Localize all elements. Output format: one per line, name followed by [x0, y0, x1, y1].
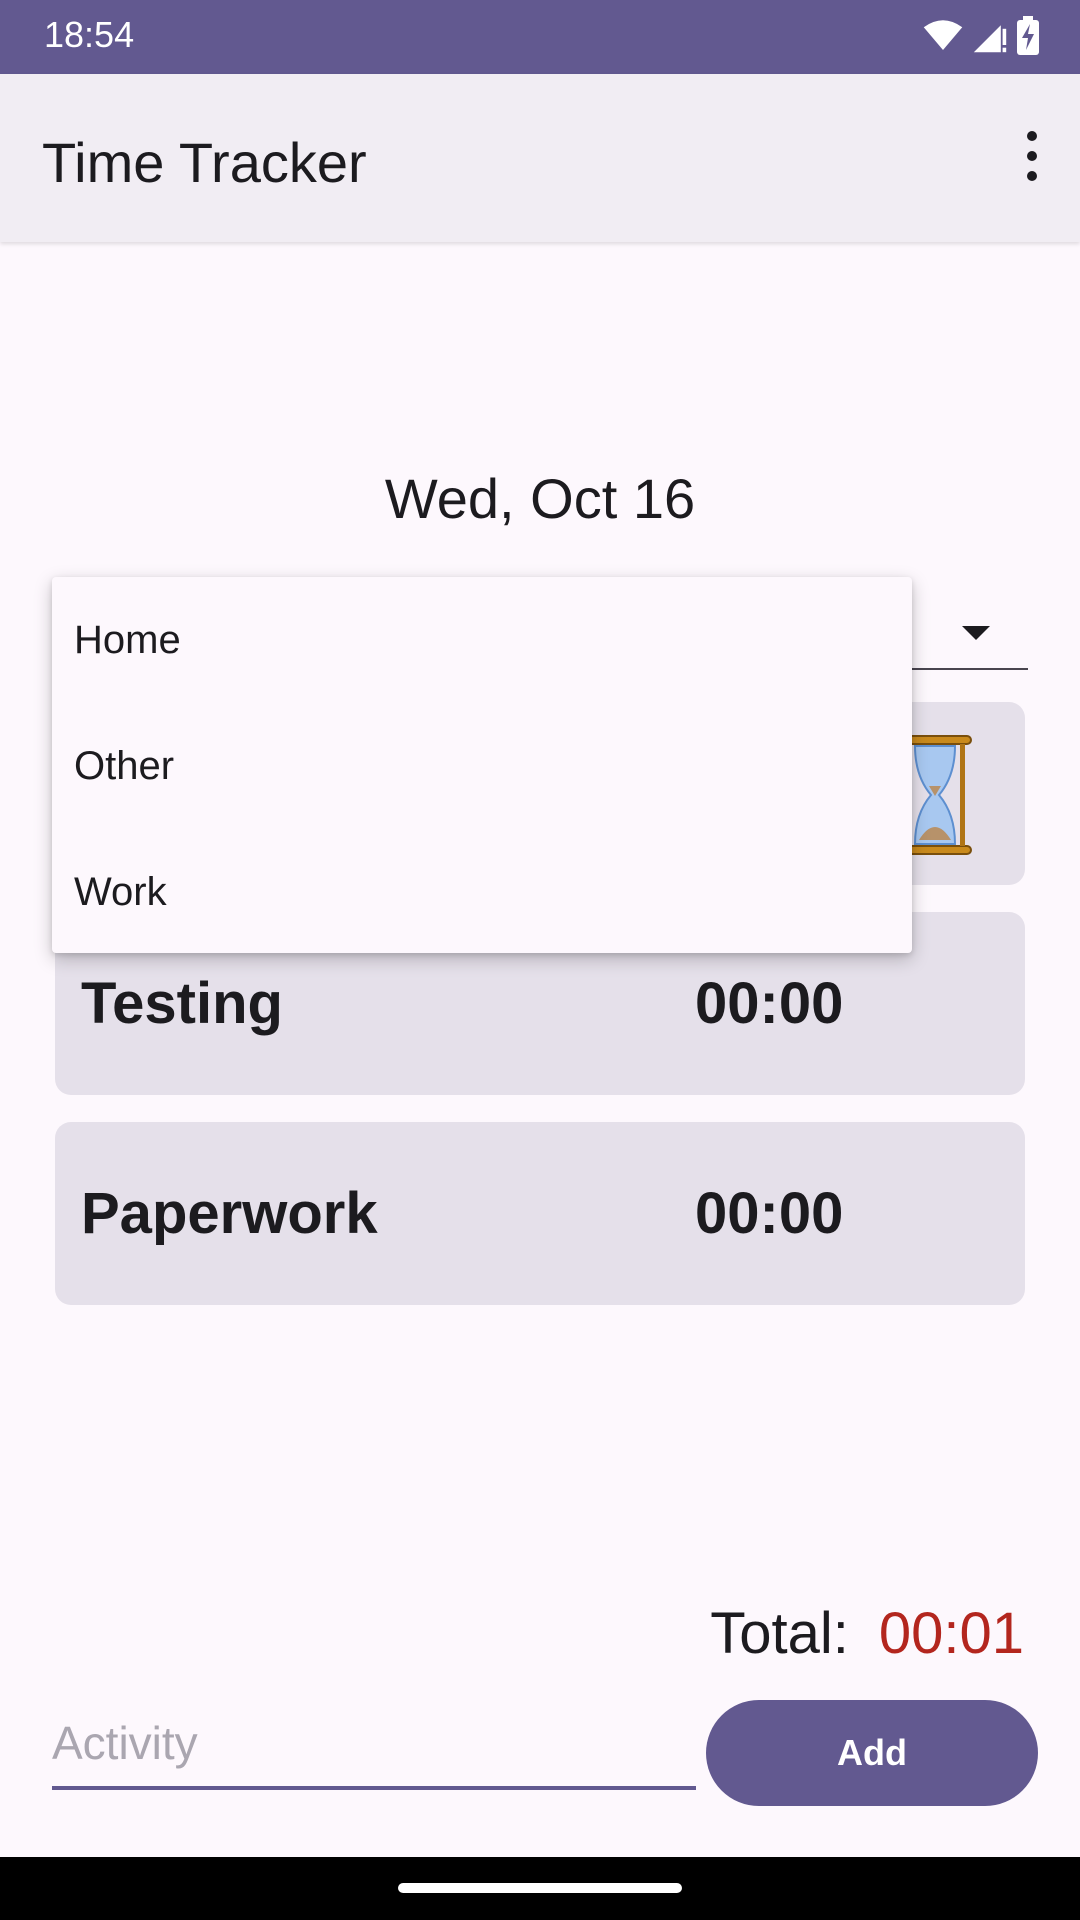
signal-icon	[973, 25, 1007, 53]
dropdown-item-other[interactable]: Other	[52, 703, 912, 829]
activity-name: Paperwork	[81, 1181, 378, 1246]
battery-charging-icon	[1017, 16, 1039, 55]
status-time: 18:54	[44, 14, 135, 55]
add-button[interactable]: Add	[706, 1700, 1038, 1806]
dropdown-item-work[interactable]: Work	[52, 829, 912, 955]
wifi-icon	[923, 20, 963, 50]
total-row: Total: 00:01	[710, 1600, 1024, 1667]
navigation-bar	[0, 1857, 1080, 1920]
activity-time: 00:00	[695, 1181, 844, 1246]
total-value: 00:01	[878, 1601, 1024, 1666]
app-bar: Time Tracker	[0, 74, 1080, 242]
more-vert-icon[interactable]	[1004, 124, 1060, 188]
status-bar: 18:54	[0, 0, 1080, 74]
total-label: Total:	[710, 1601, 849, 1666]
activity-card[interactable]: Paperwork 00:00	[55, 1122, 1025, 1305]
dropdown-item-home[interactable]: Home	[52, 577, 912, 703]
date-label[interactable]: Wed, Oct 16	[0, 466, 1080, 531]
category-dropdown-menu: Home Other Work	[52, 577, 912, 953]
app-title: Time Tracker	[42, 131, 367, 194]
dropdown-arrow-icon	[962, 626, 990, 640]
status-icons	[922, 16, 1040, 56]
activity-input[interactable]	[52, 1700, 696, 1790]
home-handle[interactable]	[398, 1883, 682, 1893]
